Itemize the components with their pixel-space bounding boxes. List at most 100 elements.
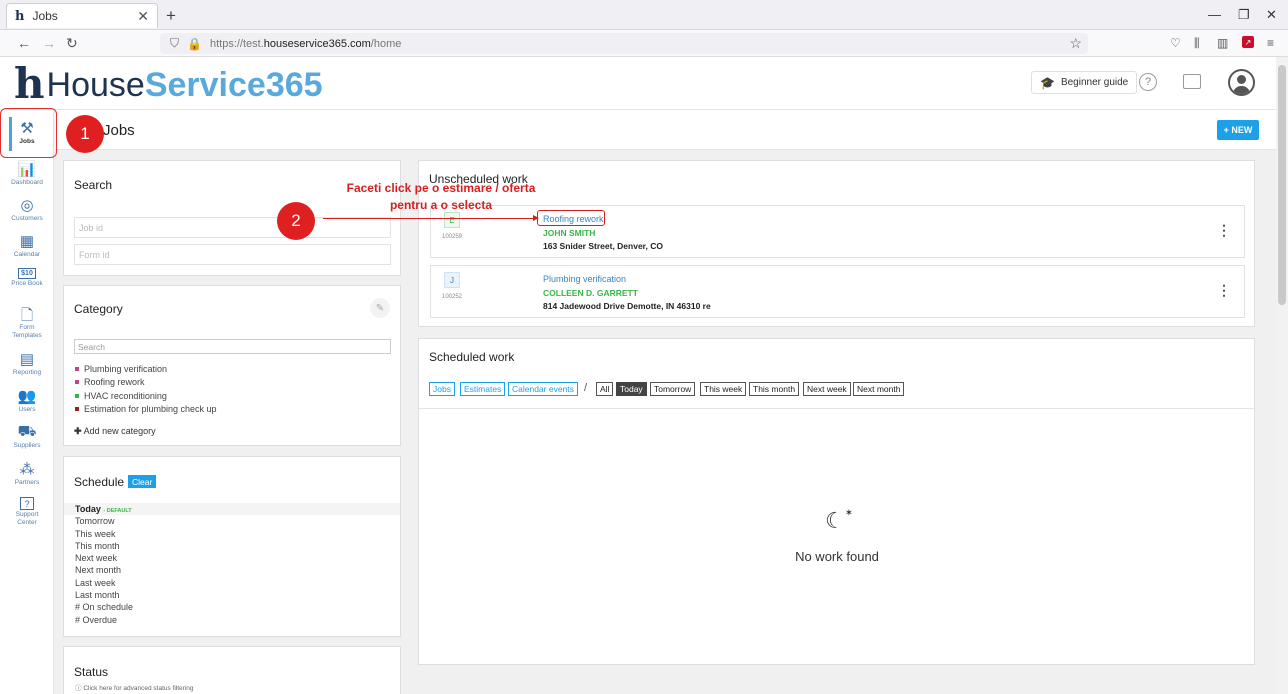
- close-tab-icon[interactable]: ✕: [137, 8, 149, 25]
- job-title-link[interactable]: Plumbing verification: [543, 274, 626, 284]
- category-panel-title: Category: [74, 302, 123, 316]
- status-filter-link[interactable]: ⓘ Click here for advanced status filteri…: [75, 682, 194, 692]
- sidebar-item-reporting[interactable]: ▤ Reporting: [0, 350, 54, 377]
- sidebar-item-customers[interactable]: ◎ Customers: [0, 196, 54, 223]
- sidebar-item-label: Reporting: [12, 369, 42, 376]
- help-icon[interactable]: ?: [1139, 73, 1157, 91]
- partners-icon: ⁂: [19, 461, 35, 478]
- add-category-button[interactable]: ✚ Add new category: [74, 426, 156, 437]
- sidebar-item-partners[interactable]: ⁂ Partners: [0, 460, 54, 487]
- category-label: Plumbing verification: [84, 363, 168, 374]
- search-panel-title: Search: [74, 178, 113, 192]
- sidebar-item-form-templates[interactable]: 🗋 Form Templates: [0, 305, 54, 340]
- sidebar-item-label: Suppliers: [13, 442, 41, 449]
- sidebar-item-calendar[interactable]: ▦ Calendar: [0, 232, 54, 259]
- close-window-icon[interactable]: ✕: [1266, 7, 1277, 23]
- bookmark-star-icon[interactable]: ☆: [1069, 35, 1082, 52]
- filter-this-month[interactable]: This month: [749, 382, 800, 396]
- job-id-input[interactable]: Job id: [74, 217, 391, 238]
- schedule-list: Today - DEFAULT Tomorrow This week This …: [64, 503, 400, 626]
- pocket-icon[interactable]: ♡: [1170, 36, 1181, 50]
- back-icon[interactable]: ←: [17, 35, 31, 51]
- annotation-step-1: 1: [66, 115, 104, 153]
- category-color-icon: [75, 380, 79, 385]
- app-header: h House Service365 🎓 Beginner guide ?: [0, 57, 1276, 110]
- schedule-item[interactable]: Last month: [64, 589, 400, 601]
- extension-icon[interactable]: ↗: [1242, 36, 1254, 48]
- library-icon[interactable]: ⫼: [1194, 36, 1200, 51]
- edit-pencil-icon[interactable]: ✎: [370, 298, 390, 318]
- category-list: Plumbing verification Roofing rework HVA…: [75, 362, 217, 416]
- sidebar-item-label: Users: [18, 406, 36, 413]
- logo[interactable]: h House Service365: [14, 63, 323, 105]
- more-options-icon[interactable]: ⋮: [1217, 222, 1231, 239]
- schedule-item-today[interactable]: Today - DEFAULT: [64, 503, 400, 516]
- schedule-item[interactable]: This month: [64, 540, 400, 552]
- category-color-icon: [75, 393, 79, 398]
- schedule-item[interactable]: Next month: [64, 564, 400, 576]
- sidebar-toggle-icon[interactable]: ▥: [1217, 36, 1228, 50]
- browser-tab[interactable]: h Jobs ✕: [6, 3, 158, 28]
- logo-text-service: Service365: [144, 66, 323, 104]
- sidebar-item-support-center[interactable]: ? Support Center: [0, 497, 54, 527]
- schedule-item[interactable]: # On schedule: [64, 601, 400, 613]
- clear-button[interactable]: Clear: [128, 475, 157, 488]
- category-item[interactable]: Plumbing verification: [75, 362, 217, 376]
- reporting-icon: ▤: [19, 351, 35, 368]
- filter-next-month[interactable]: Next month: [853, 382, 905, 396]
- category-label: HVAC reconditioning: [84, 390, 167, 401]
- tab-title: Jobs: [32, 9, 58, 23]
- avatar[interactable]: [1228, 69, 1255, 96]
- filter-all[interactable]: All: [596, 382, 614, 396]
- schedule-item[interactable]: This week: [64, 528, 400, 540]
- url-bar[interactable]: ⛉ 🔒 https://test. houseservice365.com/hom…: [160, 33, 1088, 54]
- filter-tomorrow[interactable]: Tomorrow: [650, 382, 696, 396]
- page-scrollbar[interactable]: [1276, 57, 1288, 694]
- scrollbar-thumb[interactable]: [1278, 65, 1286, 305]
- job-address: 163 Snider Street, Denver, CO: [543, 241, 663, 251]
- filter-jobs[interactable]: Jobs: [429, 382, 455, 396]
- job-card[interactable]: J 100252 Plumbing verification COLLEEN D…: [430, 265, 1245, 318]
- reload-icon[interactable]: ↻: [66, 35, 78, 52]
- minimize-icon[interactable]: —: [1208, 7, 1221, 22]
- forward-icon[interactable]: →: [42, 35, 56, 51]
- sidebar-item-label: Price Book: [11, 280, 43, 287]
- category-item[interactable]: HVAC reconditioning: [75, 389, 217, 403]
- category-item[interactable]: Estimation for plumbing check up: [75, 403, 217, 417]
- beginner-guide-button[interactable]: 🎓 Beginner guide: [1031, 71, 1138, 94]
- sidebar-item-users[interactable]: 👥 Users: [0, 387, 54, 414]
- job-type-badge: E: [444, 212, 460, 228]
- schedule-item[interactable]: # Overdue: [64, 614, 400, 626]
- form-id-input[interactable]: Form id: [74, 244, 391, 265]
- filter-calendar-events[interactable]: Calendar events: [508, 382, 578, 396]
- restore-icon[interactable]: ❐: [1238, 7, 1250, 23]
- category-color-icon: [75, 407, 79, 412]
- category-search-input[interactable]: Search: [74, 339, 391, 354]
- sidebar-item-dashboard[interactable]: 📊 Dashboard: [0, 160, 54, 187]
- filter-this-week[interactable]: This week: [700, 382, 747, 396]
- sidebar-item-suppliers[interactable]: ⛟ Suppliers: [0, 423, 54, 450]
- job-customer: JOHN SMITH: [543, 228, 596, 238]
- schedule-item[interactable]: Next week: [64, 552, 400, 564]
- status-hint: Click here for advanced status filtering: [83, 685, 194, 692]
- annotation-arrow: [323, 215, 539, 221]
- filter-estimates[interactable]: Estimates: [460, 382, 506, 396]
- annotation-line-2: pentru a o selecta: [389, 198, 493, 212]
- schedule-item[interactable]: Tomorrow: [64, 515, 400, 527]
- graduation-cap-icon: 🎓: [1040, 75, 1055, 90]
- folder-icon[interactable]: [1183, 74, 1201, 89]
- new-button[interactable]: + NEW: [1217, 120, 1259, 140]
- schedule-item[interactable]: Last week: [64, 577, 400, 589]
- filter-next-week[interactable]: Next week: [803, 382, 851, 396]
- divider: [419, 408, 1255, 409]
- schedule-panel-title: Schedule: [74, 475, 125, 489]
- pricebook-icon: $10: [18, 268, 36, 279]
- category-item[interactable]: Roofing rework: [75, 376, 217, 390]
- filter-today[interactable]: Today: [616, 382, 647, 396]
- logo-text-house: House: [46, 66, 145, 104]
- favicon-icon: h: [15, 8, 25, 24]
- more-options-icon[interactable]: ⋮: [1217, 282, 1231, 299]
- new-tab-icon[interactable]: +: [166, 6, 176, 26]
- sidebar-item-price-book[interactable]: $10 Price Book: [0, 268, 54, 288]
- menu-icon[interactable]: ≡: [1267, 36, 1274, 50]
